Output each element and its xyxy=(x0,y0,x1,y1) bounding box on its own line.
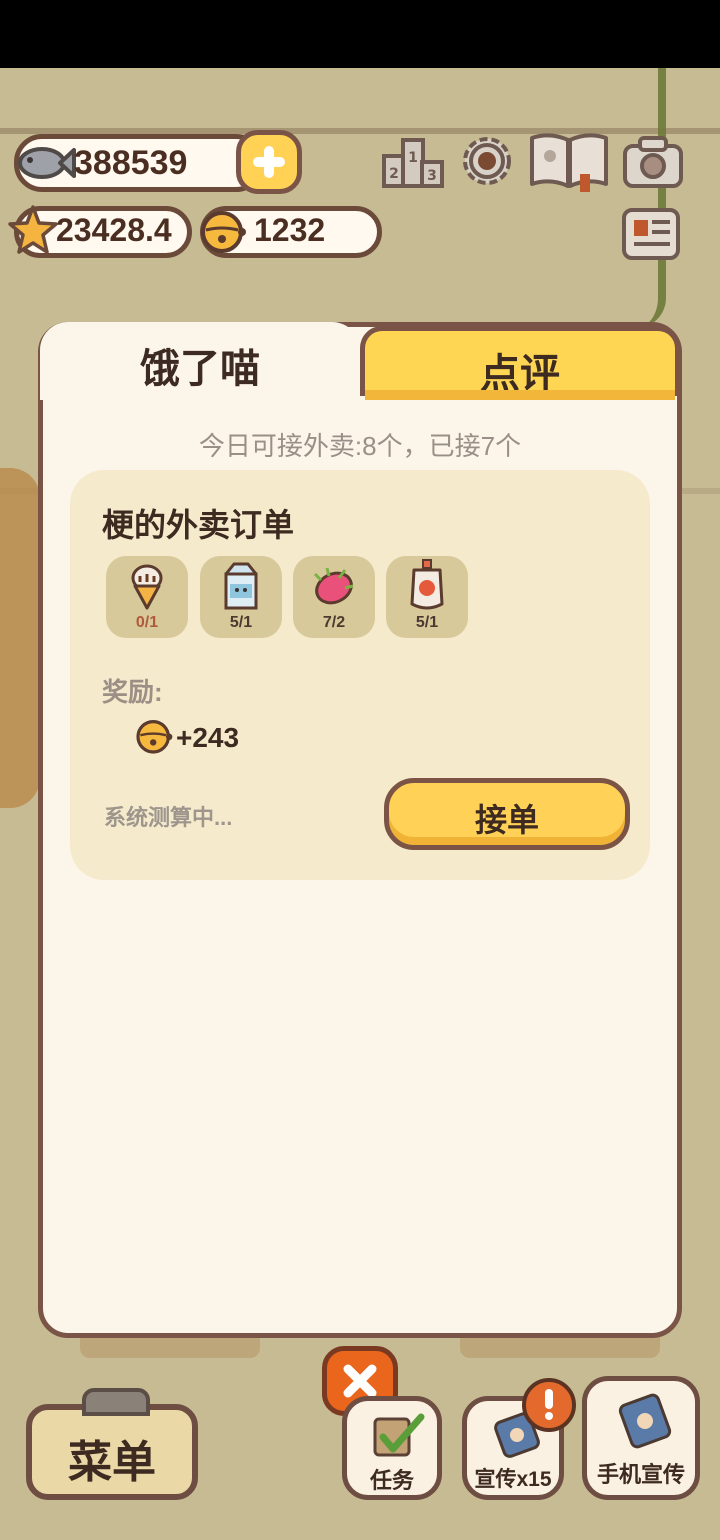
alert-badge xyxy=(522,1378,576,1432)
ranking-button[interactable]: 1 2 3 xyxy=(380,130,446,192)
promote-label: 宣传x15 xyxy=(474,1468,552,1491)
star-count: 23428.4 xyxy=(56,212,172,248)
delivery-quota-text: 今日可接外卖:8个，已接7个 xyxy=(198,431,522,461)
settings-button[interactable] xyxy=(456,130,518,192)
newspaper-icon xyxy=(622,208,680,260)
bell-icon xyxy=(198,206,248,256)
phone-flyer-icon xyxy=(618,1393,672,1449)
menu-button[interactable]: 菜单 xyxy=(26,1388,198,1500)
clipboard-clip-icon xyxy=(82,1388,150,1416)
camera-icon xyxy=(623,136,683,188)
reward-value: +243 xyxy=(176,722,240,753)
reward-bell-icon xyxy=(134,716,174,756)
fish-count: 388539 xyxy=(74,144,188,182)
tab-review-label: 点评 xyxy=(480,352,560,396)
accept-order-button[interactable]: 接单 xyxy=(384,778,630,850)
svg-text:1: 1 xyxy=(408,150,418,166)
exclamation-icon xyxy=(545,1389,553,1420)
reward-label: 奖励: xyxy=(102,677,163,707)
cat-book-button[interactable] xyxy=(528,128,610,194)
status-bar xyxy=(0,0,720,68)
podium-icon: 1 2 3 xyxy=(382,138,444,188)
phone-promote-label: 手机宣传 xyxy=(596,1462,685,1487)
item-count: 7/2 xyxy=(322,614,346,631)
order-item-ice-cream: 0/1 xyxy=(106,556,188,638)
phone-promote-button[interactable]: 手机宣传 xyxy=(582,1376,700,1500)
accept-order-label: 接单 xyxy=(474,802,539,838)
tab-hungry-meow-label: 饿了喵 xyxy=(140,347,260,391)
tab-hungry-meow[interactable]: 饿了喵 xyxy=(40,322,360,400)
menu-label: 菜单 xyxy=(68,1438,156,1487)
tasks-button[interactable]: 任务 xyxy=(342,1396,442,1500)
order-item-jam: 5/1 xyxy=(386,556,468,638)
jam-bottle-icon xyxy=(410,559,444,610)
close-icon xyxy=(343,1364,377,1398)
plus-icon xyxy=(253,146,285,178)
svg-text:3: 3 xyxy=(427,168,437,184)
cat-customer-partial xyxy=(0,468,40,808)
checkmark-task-icon xyxy=(373,1413,425,1457)
order-title: 梗的外卖订单 xyxy=(102,507,295,543)
milk-carton-icon xyxy=(224,562,258,610)
order-item-milk: 5/1 xyxy=(200,556,282,638)
item-count: 5/1 xyxy=(415,614,439,631)
calculating-status: 系统测算中... xyxy=(104,805,233,830)
fish-icon xyxy=(14,136,76,190)
bell-count: 1232 xyxy=(254,212,326,248)
tab-review[interactable]: 点评 xyxy=(360,326,680,400)
tasks-label: 任务 xyxy=(369,1468,414,1493)
ice-cream-icon xyxy=(131,564,163,610)
dragon-fruit-icon xyxy=(313,567,354,605)
newspaper-button[interactable] xyxy=(620,206,682,262)
item-count: 0/1 xyxy=(135,614,159,631)
order-item-dragon-fruit: 7/2 xyxy=(293,556,375,638)
item-count: 5/1 xyxy=(229,614,253,631)
svg-text:2: 2 xyxy=(389,166,399,182)
camera-button[interactable] xyxy=(622,132,684,190)
book-icon xyxy=(530,133,608,192)
vine-decoration xyxy=(636,68,666,328)
add-fish-button[interactable] xyxy=(236,130,302,194)
gear-icon xyxy=(463,137,511,185)
star-icon xyxy=(8,204,58,256)
